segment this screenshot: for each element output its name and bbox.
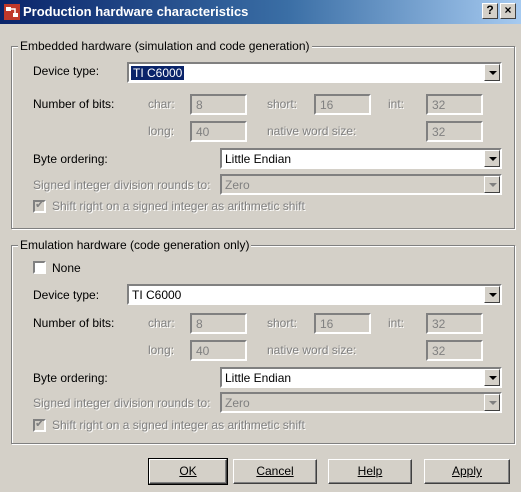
emulation-division-label: Signed integer division rounds to: [33,396,211,410]
emulation-short-field[interactable]: 16 [314,313,371,334]
embedded-shift-checkbox[interactable] [33,198,46,213]
embedded-byte-order-label: Byte ordering: [33,152,108,166]
chevron-down-icon[interactable] [484,394,500,411]
emulation-native-label: native word size: [267,343,357,357]
embedded-int-label: int: [388,97,405,111]
help-button-label: Help [357,464,383,478]
close-button[interactable]: × [500,3,516,19]
apply-button-label: Apply [451,464,483,478]
embedded-native-field[interactable]: 32 [426,121,483,142]
chevron-down-icon[interactable] [484,64,500,81]
emulation-long-field[interactable]: 40 [190,340,247,361]
emulation-division-select[interactable]: Zero [220,392,502,413]
emulation-shift-checkbox[interactable] [33,417,46,432]
emulation-int-label: int: [388,316,405,330]
embedded-int-field[interactable]: 32 [426,94,483,115]
emulation-native-field[interactable]: 32 [426,340,483,361]
embedded-bits-label: Number of bits: [33,97,115,111]
embedded-division-value: Zero [225,178,250,192]
embedded-short-field[interactable]: 16 [314,94,371,115]
emulation-none-checkbox[interactable] [33,261,46,274]
help-button[interactable]: Help [328,459,412,484]
cancel-button-label: Cancel [256,464,294,478]
embedded-device-type-value: TI C6000 [131,66,185,80]
chevron-down-icon[interactable] [484,150,500,167]
embedded-long-label: long: [148,124,175,138]
window-title: Production hardware characteristics [23,4,249,19]
embedded-byte-order-select[interactable]: Little Endian [220,148,502,169]
ok-button-label: OK [179,464,197,478]
embedded-division-label: Signed integer division rounds to: [33,178,211,192]
embedded-char-label: char: [148,97,175,111]
apply-button[interactable]: Apply [424,459,510,484]
emulation-device-type-label: Device type: [33,288,100,302]
embedded-device-type-select[interactable]: TI C6000 [127,62,502,83]
embedded-device-type-label: Device type: [33,64,100,78]
emulation-legend: Emulation hardware (code generation only… [18,238,252,252]
emulation-byte-order-value: Little Endian [225,371,292,385]
emulation-byte-order-label: Byte ordering: [33,371,108,385]
embedded-shift-label: Shift right on a signed integer as arith… [52,199,305,213]
ok-button[interactable]: OK [148,458,228,485]
emulation-char-label: char: [148,316,175,330]
embedded-char-field[interactable]: 8 [190,94,247,115]
embedded-legend: Embedded hardware (simulation and code g… [18,39,312,53]
help-title-button[interactable]: ? [482,3,498,19]
embedded-byte-order-value: Little Endian [225,152,292,166]
emulation-byte-order-select[interactable]: Little Endian [220,367,502,388]
emulation-device-type-value: TI C6000 [132,288,182,302]
cancel-button[interactable]: Cancel [233,459,317,484]
chevron-down-icon[interactable] [484,369,500,386]
embedded-native-label: native word size: [267,124,357,138]
title-bar[interactable]: Production hardware characteristics ? × [0,0,521,24]
chevron-down-icon[interactable] [484,176,500,193]
emulation-division-value: Zero [225,396,250,410]
emulation-char-field[interactable]: 8 [190,313,247,334]
chevron-down-icon[interactable] [484,286,500,303]
emulation-short-label: short: [267,316,298,330]
emulation-long-label: long: [148,343,175,357]
emulation-int-field[interactable]: 32 [426,313,483,334]
embedded-long-field[interactable]: 40 [190,121,247,142]
simulink-app-icon [4,4,20,20]
emulation-bits-label: Number of bits: [33,316,115,330]
embedded-division-select[interactable]: Zero [220,174,502,195]
emulation-shift-label: Shift right on a signed integer as arith… [52,418,305,432]
emulation-none-label: None [52,261,81,275]
emulation-device-type-select[interactable]: TI C6000 [127,284,502,305]
embedded-short-label: short: [267,97,298,111]
